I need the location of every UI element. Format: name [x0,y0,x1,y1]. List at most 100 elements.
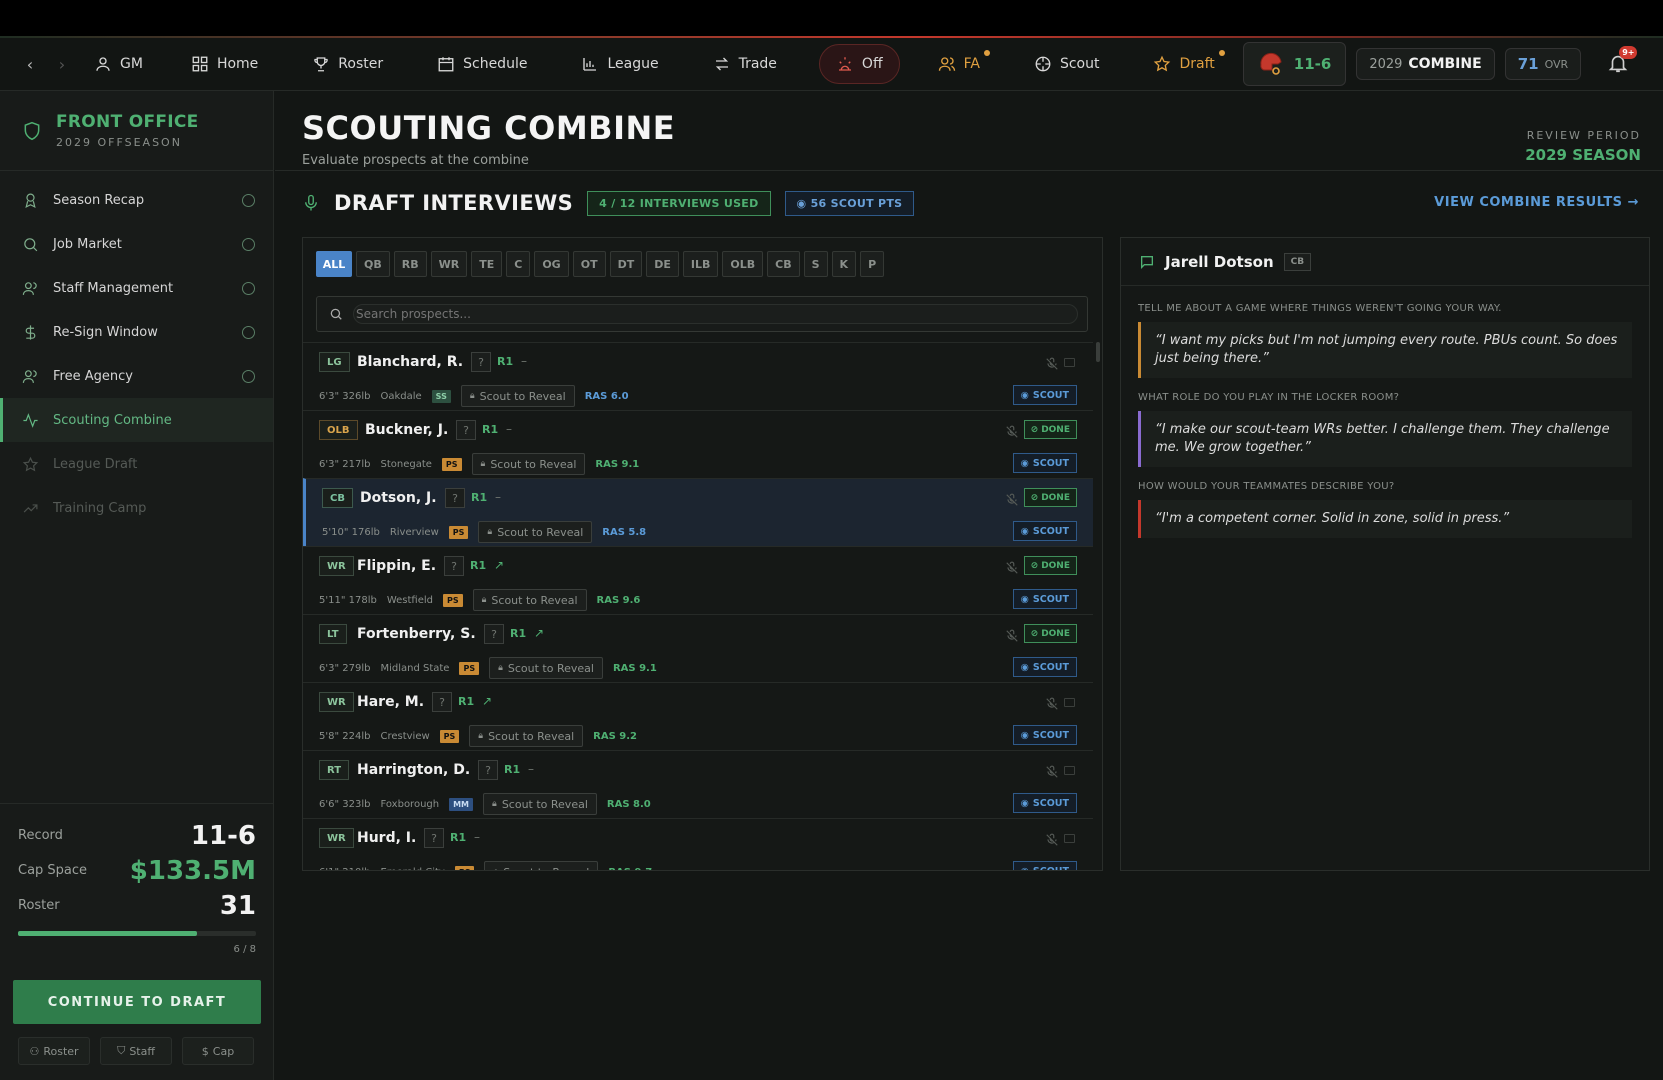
nav-schedule[interactable]: Schedule [437,44,527,84]
list-scrollbar[interactable] [1096,342,1100,362]
chat-icon[interactable] [1064,834,1075,843]
projected-round: R1 [504,763,521,776]
nav-home[interactable]: Home [191,44,258,84]
filter-chip-wr[interactable]: WR [430,251,468,277]
nav-off-toggle[interactable]: Off [818,44,900,84]
sidebar-item-league-draft: League Draft [0,442,273,486]
prospect-name[interactable]: Hurd, I. [357,830,416,846]
prospect-name[interactable]: Hare, M. [357,694,424,710]
prospect-name[interactable]: Harrington, D. [357,762,470,778]
filter-chip-de[interactable]: DE [646,251,679,277]
table-row[interactable]: CB Dotson, J. ? R1 – 5'10" 176lb Rivervi… [303,478,1093,546]
nav-scout[interactable]: Scout [1034,44,1099,84]
table-row[interactable]: RT Harrington, D. ? R1 – 6'6" 323lb Foxb… [303,750,1093,818]
season-pill[interactable]: 2029 COMBINE [1356,48,1495,80]
continue-to-draft-button[interactable]: CONTINUE TO DRAFT [13,980,261,1024]
forward-arrow-icon[interactable]: › [50,55,74,74]
prospect-name[interactable]: Dotson, J. [360,490,437,506]
reveal-label: Scout to Reveal [490,457,577,471]
mic-off-icon[interactable] [1005,425,1019,439]
scout-to-reveal-button[interactable]: 🔒︎ Scout to Reveal [471,453,586,475]
filter-chip-og[interactable]: OG [534,251,569,277]
stat-value: 11-6 [190,820,256,851]
interviews-title: DRAFT INTERVIEWS [334,191,574,215]
notifications-button[interactable]: 9+ [1607,46,1638,76]
prospect-name[interactable]: Fortenberry, S. [357,626,476,642]
scout-button[interactable]: ◉ SCOUT [1012,725,1077,745]
chat-icon[interactable] [1064,766,1075,775]
prospect-name[interactable]: Flippin, E. [357,558,436,574]
view-combine-results-link[interactable]: VIEW COMBINE RESULTS → [1434,195,1639,210]
filter-chip-olb[interactable]: OLB [722,251,764,277]
mic-off-icon[interactable] [1005,561,1019,575]
filter-chip-te[interactable]: TE [471,251,503,277]
scout-to-reveal-button[interactable]: 🔒︎ Scout to Reveal [478,521,593,543]
ovr-pill[interactable]: 71 OVR [1504,48,1582,80]
mic-off-icon[interactable] [1045,833,1059,847]
position-badge: LT [319,624,347,644]
filter-chip-p[interactable]: P [860,251,885,277]
mic-off-icon[interactable] [1005,629,1019,643]
scout-button[interactable]: ◉ SCOUT [1012,861,1077,870]
nav-league[interactable]: League [581,44,659,84]
table-row[interactable]: WR Flippin, E. ? R1 ↗ 5'11" 178lb Westfi… [303,546,1093,614]
table-row[interactable]: WR Hurd, I. ? R1 – 6'1" 210lb Emerald Ci… [303,818,1093,870]
scout-to-reveal-button[interactable]: 🔒︎ Scout to Reveal [460,385,575,407]
filter-chip-dt[interactable]: DT [609,251,643,277]
nav-roster[interactable]: Roster [312,44,383,84]
search-input[interactable] [353,304,1078,324]
stat-label: Roster [18,898,60,913]
nav-fa[interactable]: FA [938,44,990,84]
sidebar-item-re-sign-window[interactable]: Re-Sign Window [0,310,273,354]
scout-button[interactable]: ◉ SCOUT [1012,589,1077,609]
done-label: DONE [1041,492,1070,503]
scout-to-reveal-button[interactable]: 🔒︎ Scout to Reveal [469,725,584,747]
scout-button[interactable]: ◉ SCOUT [1012,385,1077,405]
chat-icon[interactable] [1064,698,1075,707]
table-row[interactable]: LG Blanchard, R. ? R1 – 6'3" 326lb Oakda… [303,342,1093,410]
scout-button[interactable]: ◉ SCOUT [1012,521,1077,541]
back-arrow-icon[interactable]: ‹ [18,55,42,74]
filter-chip-ilb[interactable]: ILB [682,251,719,277]
scout-to-reveal-button[interactable]: 🔒︎ Scout to Reveal [489,657,603,679]
scout-to-reveal-button[interactable]: 🔒︎ Scout to Reveal [484,861,599,870]
filter-chip-s[interactable]: S [803,251,828,277]
scout-button[interactable]: ◉ SCOUT [1012,657,1077,677]
filter-chip-c[interactable]: C [506,251,531,277]
filter-chip-all[interactable]: ALL [316,251,352,277]
table-row[interactable]: LT Fortenberry, S. ? R1 ↗ 6'3" 279lb Mid… [303,614,1093,682]
nav-gm[interactable]: GM [94,44,143,84]
mic-off-icon[interactable] [1045,357,1059,371]
nav-trade[interactable]: Trade [713,44,777,84]
prospect-name[interactable]: Blanchard, R. [357,354,463,370]
prospect-name[interactable]: Buckner, J. [365,422,448,438]
sidebar-item-staff-management[interactable]: Staff Management [0,266,273,310]
table-row[interactable]: WR Hare, M. ? R1 ↗ 5'8" 224lb Crestview … [303,682,1093,750]
sidebar-item-job-market[interactable]: Job Market [0,222,273,266]
sidebar-item-season-recap[interactable]: Season Recap [0,178,273,222]
table-row[interactable]: OLB Buckner, J. ? R1 – 6'3" 217lb Stoneg… [303,410,1093,478]
scout-to-reveal-button[interactable]: 🔒︎ Scout to Reveal [472,589,587,611]
chat-icon[interactable] [1064,358,1075,367]
mic-off-icon[interactable] [1005,493,1019,507]
mic-off-icon[interactable] [1045,697,1059,711]
filter-chip-qb[interactable]: QB [356,251,390,277]
filter-chip-k[interactable]: K [831,251,857,277]
mic-off-icon[interactable] [1045,765,1059,779]
nav-off-label: Off [861,56,883,72]
scout-to-reveal-button[interactable]: 🔒︎ Scout to Reveal [483,793,597,815]
filter-chip-ot[interactable]: OT [572,251,606,277]
sidebar-item-free-agency[interactable]: Free Agency [0,354,273,398]
scout-button[interactable]: ◉ SCOUT [1012,453,1077,473]
team-record-pill[interactable]: 11-6 [1242,42,1347,86]
quick-staff-button[interactable]: ⛉ Staff [100,1037,172,1065]
search-box[interactable] [316,296,1088,332]
nav-draft[interactable]: Draft [1153,44,1225,84]
filter-chip-rb[interactable]: RB [393,251,427,277]
quick-cap-button[interactable]: $ Cap [182,1037,254,1065]
scout-button[interactable]: ◉ SCOUT [1012,793,1077,813]
quick-roster-button[interactable]: ⚇ Roster [18,1037,90,1065]
prospect-meta: 5'8" 224lb Crestview PS 🔒︎ Scout to Revea… [319,725,637,747]
sidebar-item-scouting-combine[interactable]: Scouting Combine [0,398,273,442]
filter-chip-cb[interactable]: CB [767,251,800,277]
